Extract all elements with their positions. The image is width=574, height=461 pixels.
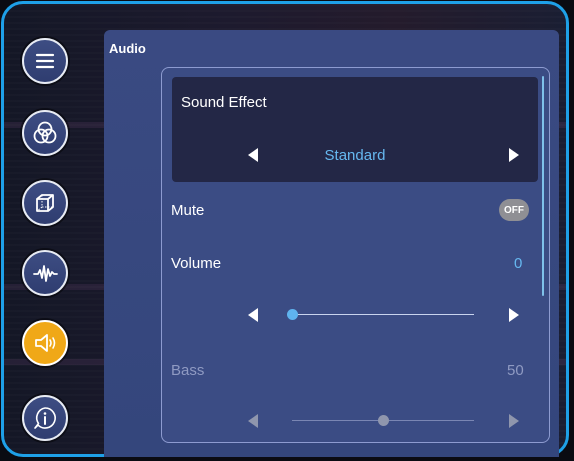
panel-title: Audio [109, 41, 146, 56]
volume-label: Volume [171, 255, 222, 272]
nav-picture-button[interactable] [22, 110, 68, 156]
bass-decrease-arrow-icon[interactable] [245, 413, 261, 429]
volume-increase-arrow-icon[interactable] [506, 307, 522, 323]
cube-icon [36, 194, 54, 212]
speaker-icon [35, 334, 56, 352]
sound-effect-next-arrow-icon[interactable] [506, 147, 522, 163]
volume-slider-thumb[interactable] [286, 309, 298, 320]
bass-value: 50 [507, 362, 524, 379]
mute-label: Mute [171, 202, 205, 219]
waveform-icon [33, 265, 58, 282]
sound-effect-row[interactable]: Sound Effect Standard [172, 77, 538, 182]
mute-toggle[interactable]: OFF [499, 199, 529, 221]
volume-slider-track[interactable] [292, 314, 474, 315]
sound-effect-value: Standard [324, 147, 386, 164]
scrollbar[interactable] [542, 76, 544, 296]
volume-decrease-arrow-icon[interactable] [245, 307, 261, 323]
bass-slider-thumb[interactable] [377, 415, 389, 426]
bass-label: Bass [171, 362, 205, 379]
sound-effect-label: Sound Effect [181, 94, 267, 111]
info-icon [34, 407, 56, 429]
nav-menu-button[interactable] [22, 38, 68, 84]
color-circles-icon [33, 121, 57, 144]
nav-display-button[interactable] [22, 180, 68, 226]
bass-increase-arrow-icon[interactable] [506, 413, 522, 429]
volume-value: 0 [514, 255, 523, 272]
nav-info-button[interactable] [22, 395, 68, 441]
nav-signal-button[interactable] [22, 250, 68, 296]
audio-panel: Audio Sound Effect Standard Mute OFF Vol… [104, 30, 559, 457]
audio-settings-list: Sound Effect Standard Mute OFF Volume 0 … [161, 67, 550, 443]
nav-audio-button[interactable] [22, 320, 68, 366]
menu-icon [35, 53, 55, 69]
